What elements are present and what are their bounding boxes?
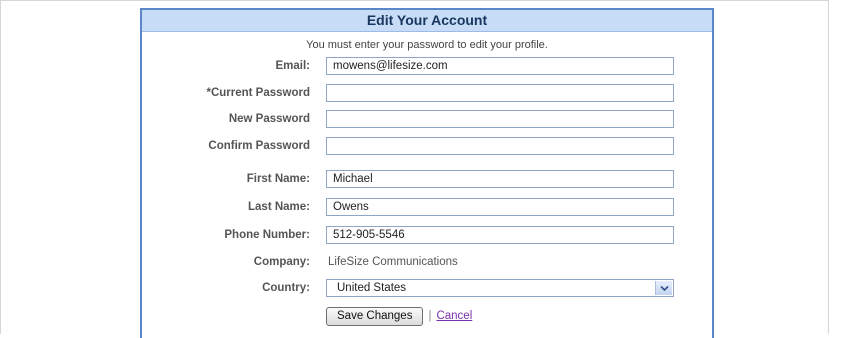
new-password-field[interactable] [326, 110, 674, 128]
last-name-field[interactable] [326, 198, 674, 216]
last-name-row: Last Name: [142, 197, 712, 217]
country-label: Country: [262, 282, 310, 294]
email-label: Email: [275, 60, 310, 72]
form-actions: Save Changes | Cancel [326, 306, 472, 326]
country-select[interactable]: United States [326, 279, 674, 297]
password-notice: You must enter your password to edit you… [306, 39, 548, 51]
last-name-label: Last Name: [248, 201, 310, 213]
country-row: Country: United States [142, 278, 712, 298]
phone-row: Phone Number: [142, 225, 712, 245]
new-password-row: New Password [142, 109, 712, 129]
chevron-down-icon [659, 285, 669, 291]
current-password-field[interactable] [326, 84, 674, 102]
action-separator: | [428, 310, 432, 322]
panel-title: Edit Your Account [142, 8, 712, 32]
first-name-row: First Name: [142, 169, 712, 189]
first-name-label: First Name: [246, 173, 310, 185]
company-value: LifeSize Communications [328, 256, 458, 268]
edit-account-panel: Edit Your Account You must enter your pa… [140, 8, 714, 338]
country-selected-value: United States [337, 282, 407, 294]
email-row: Email: [142, 56, 712, 76]
confirm-password-label: Confirm Password [208, 140, 310, 152]
new-password-label: New Password [228, 113, 310, 125]
save-changes-button[interactable]: Save Changes [326, 306, 424, 326]
first-name-field[interactable] [326, 170, 674, 188]
current-password-row: *Current Password [142, 83, 712, 103]
country-dropdown-button[interactable] [655, 281, 672, 295]
company-label: Company: [253, 256, 310, 268]
company-row: Company: LifeSize Communications [142, 252, 712, 272]
confirm-password-row: Confirm Password [142, 136, 712, 156]
email-field[interactable] [326, 57, 674, 75]
phone-label: Phone Number: [224, 229, 310, 241]
cancel-link[interactable]: Cancel [436, 310, 472, 322]
confirm-password-field[interactable] [326, 137, 674, 155]
current-password-label: *Current Password [206, 87, 310, 99]
phone-field[interactable] [326, 226, 674, 244]
